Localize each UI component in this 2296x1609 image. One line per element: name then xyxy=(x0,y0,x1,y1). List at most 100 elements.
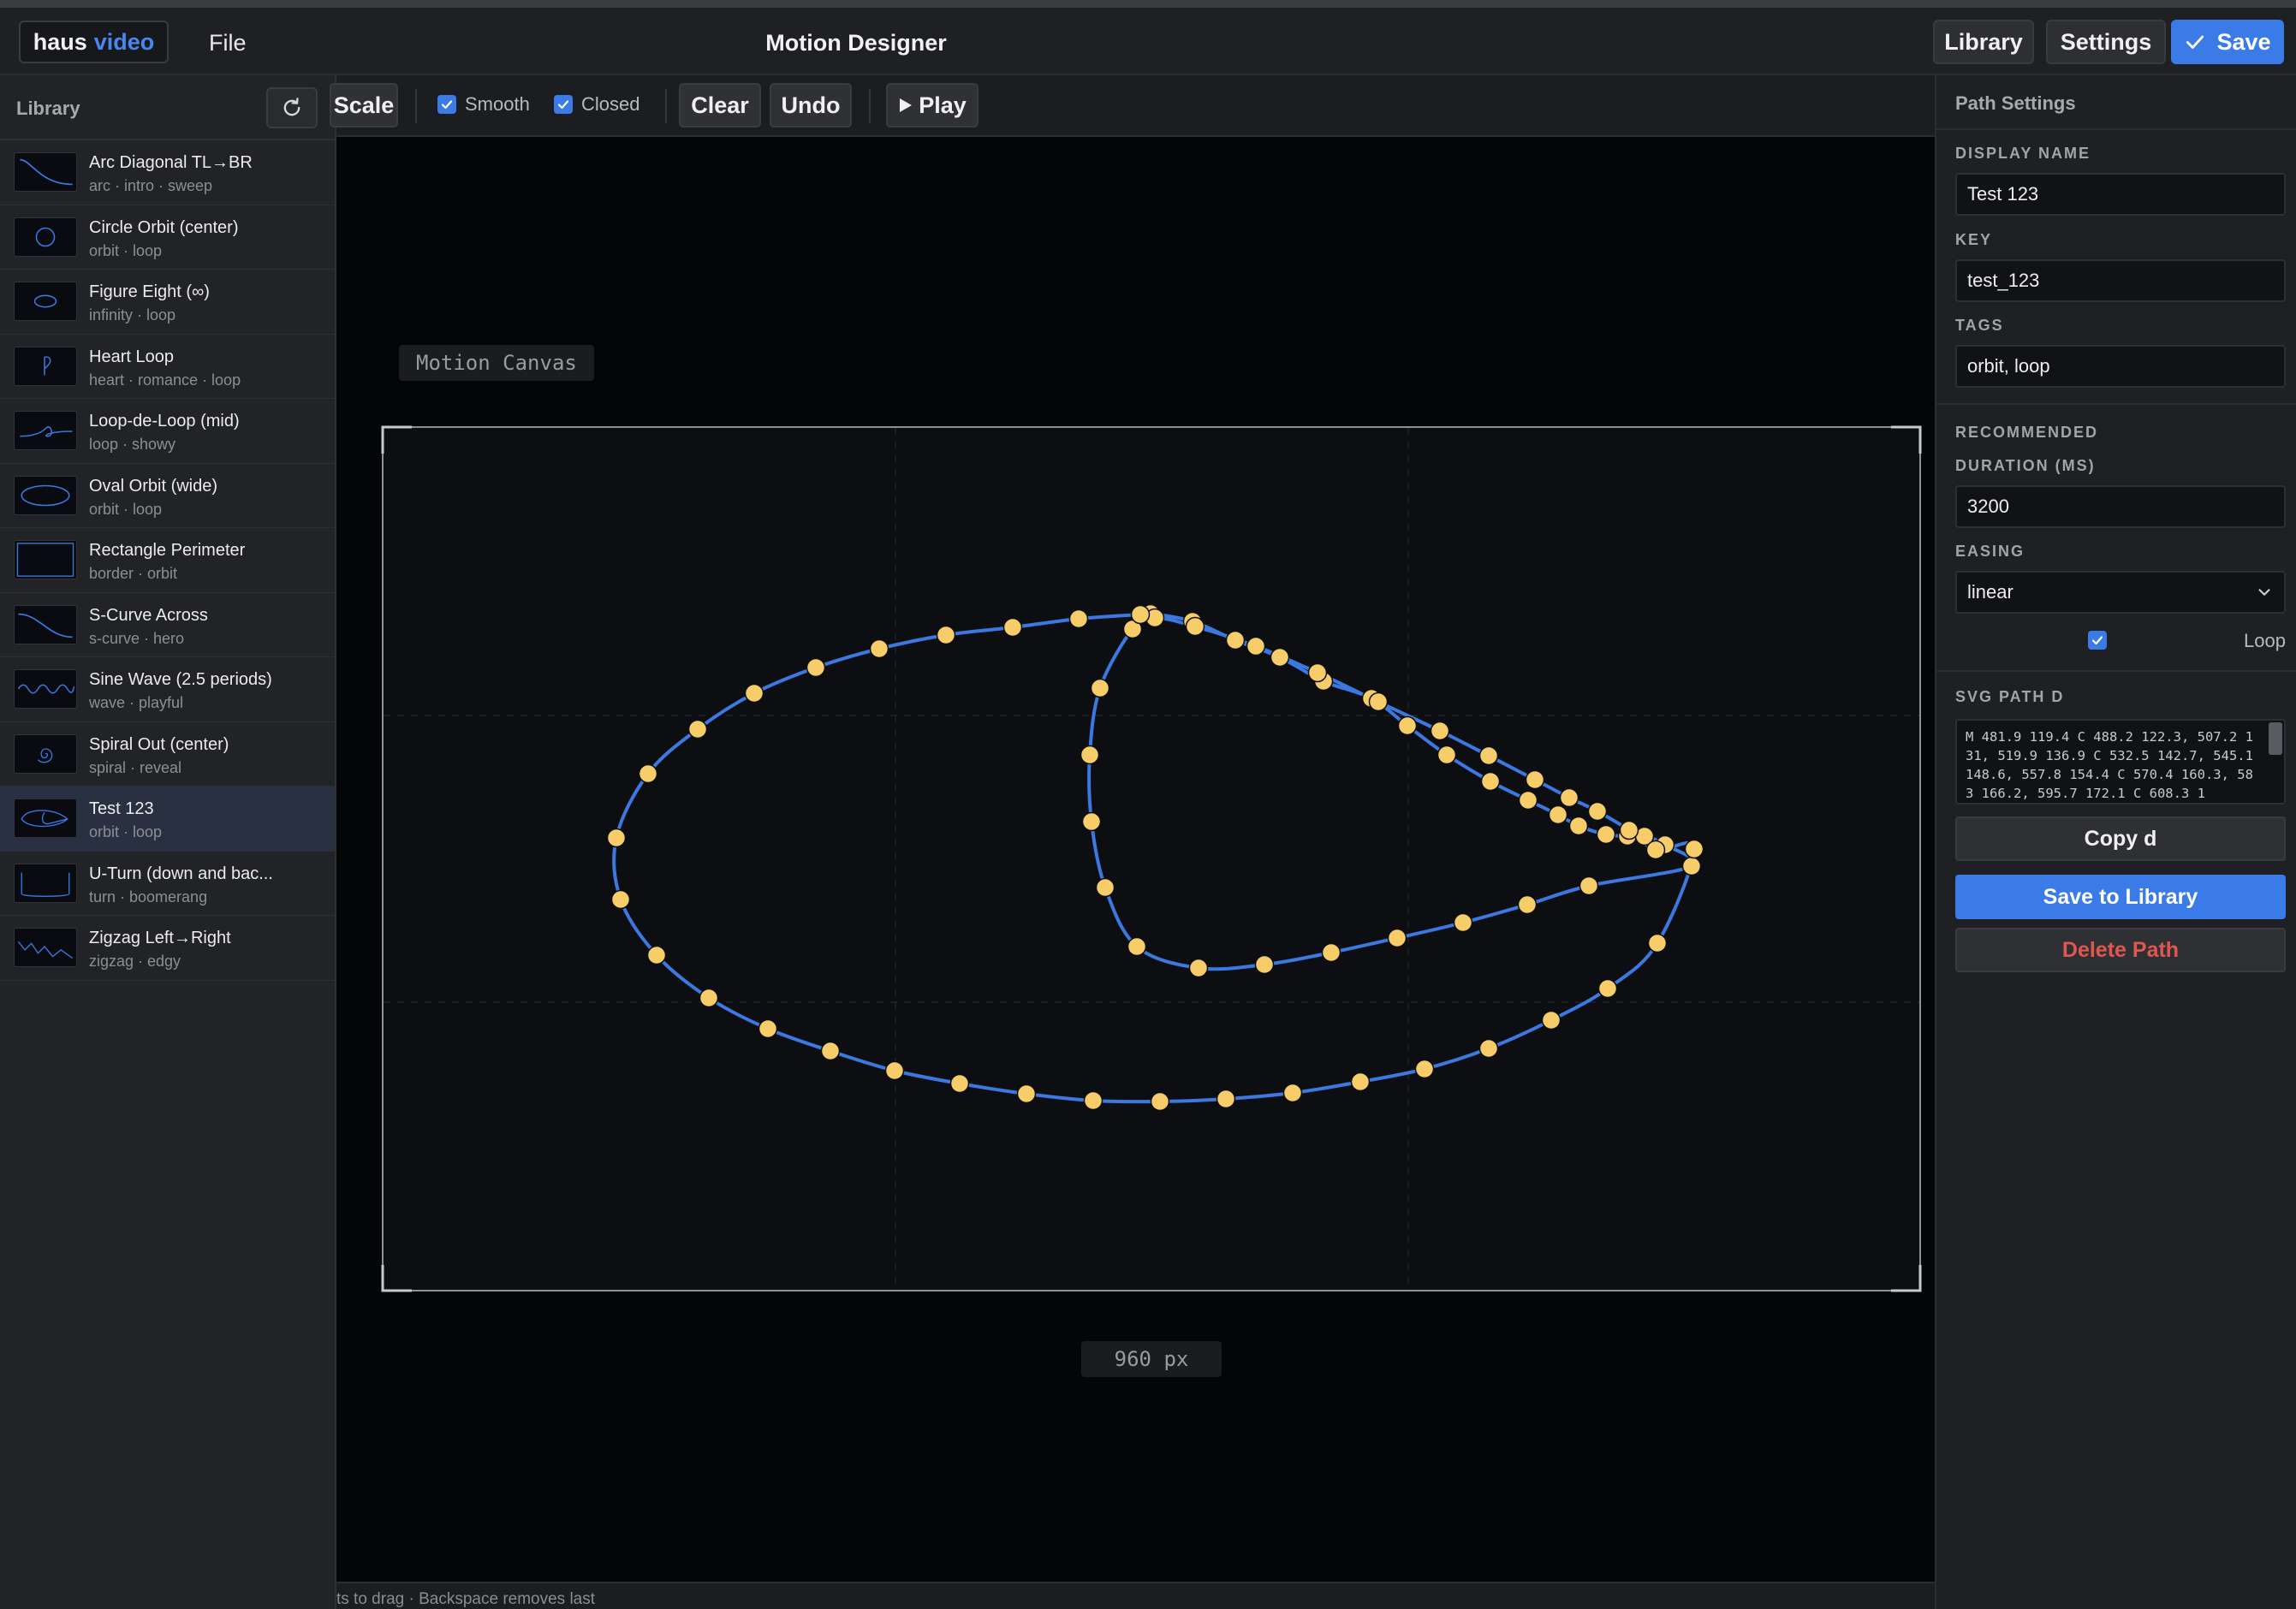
control-point-handle[interactable] xyxy=(1414,1059,1435,1079)
control-point-handle[interactable] xyxy=(1321,942,1341,963)
control-point-handle[interactable] xyxy=(1684,839,1704,859)
control-point-handle[interactable] xyxy=(1436,745,1457,765)
control-point-handle[interactable] xyxy=(1541,1010,1561,1030)
control-point-handle[interactable] xyxy=(820,1041,841,1061)
library-item[interactable]: Arc Diagonal TL→BR arc · intro · sweep xyxy=(0,140,335,205)
control-point-handle[interactable] xyxy=(1681,856,1702,876)
control-point-handle[interactable] xyxy=(744,683,764,704)
control-point-handle[interactable] xyxy=(884,1060,905,1081)
control-point-handle[interactable] xyxy=(1647,933,1668,953)
library-button[interactable]: Library xyxy=(1933,20,2034,64)
control-point-handle[interactable] xyxy=(1387,928,1407,948)
scale-button[interactable]: Scale xyxy=(330,83,398,128)
key-field[interactable]: test_123 xyxy=(1955,259,2286,302)
library-item[interactable]: Loop-de-Loop (mid) loop · showy xyxy=(0,399,335,464)
easing-select[interactable]: linear xyxy=(1955,571,2286,614)
control-point-handle[interactable] xyxy=(1645,840,1666,860)
library-item[interactable]: Oval Orbit (wide) orbit · loop xyxy=(0,464,335,528)
control-point-handle[interactable] xyxy=(1282,1083,1303,1103)
control-point-handle[interactable] xyxy=(646,945,667,965)
control-point-handle[interactable] xyxy=(1081,811,1102,832)
duration-field[interactable]: 3200 xyxy=(1955,485,2286,528)
control-point-handle[interactable] xyxy=(1002,617,1023,638)
control-point-handle[interactable] xyxy=(1254,954,1275,975)
clear-button[interactable]: Clear xyxy=(679,83,761,128)
control-point-handle[interactable] xyxy=(1525,769,1545,790)
control-point-handle[interactable] xyxy=(1453,912,1473,933)
control-point-handle[interactable] xyxy=(638,763,658,784)
control-point-handle[interactable] xyxy=(1068,609,1089,629)
control-point-handle[interactable] xyxy=(1216,1089,1236,1109)
control-point-handle[interactable] xyxy=(869,638,889,659)
control-point-handle[interactable] xyxy=(606,828,627,848)
control-point-handle[interactable] xyxy=(1307,662,1328,683)
library-item[interactable]: Figure Eight (∞) infinity · loop xyxy=(0,270,335,335)
control-point-handle[interactable] xyxy=(610,889,631,910)
library-item[interactable]: Rectangle Perimeter border · orbit xyxy=(0,528,335,593)
control-point-handle[interactable] xyxy=(1090,678,1110,698)
library-item[interactable]: Sine Wave (2.5 periods) wave · playful xyxy=(0,657,335,722)
control-point-handle[interactable] xyxy=(806,657,826,678)
control-point-handle[interactable] xyxy=(687,719,708,739)
control-point-handle[interactable] xyxy=(1130,604,1151,625)
control-point-handle[interactable] xyxy=(1518,790,1538,810)
control-point-handle[interactable] xyxy=(1587,801,1608,822)
control-point-handle[interactable] xyxy=(949,1073,970,1094)
control-point-handle[interactable] xyxy=(1478,745,1499,766)
control-point-handle[interactable] xyxy=(1095,877,1115,898)
loop-checkbox[interactable] xyxy=(2088,631,2107,650)
smooth-toggle[interactable]: Smooth xyxy=(437,93,530,116)
textarea-scrollbar[interactable] xyxy=(2269,722,2282,755)
tags-field[interactable]: orbit, loop xyxy=(1955,345,2286,388)
undo-button[interactable]: Undo xyxy=(770,83,852,128)
control-point-handle[interactable] xyxy=(1548,804,1568,825)
control-point-handle[interactable] xyxy=(758,1018,778,1039)
control-point-handle[interactable] xyxy=(1478,1038,1499,1059)
control-point-handle[interactable] xyxy=(1270,647,1290,668)
control-point-handle[interactable] xyxy=(1517,894,1538,915)
play-button[interactable]: Play xyxy=(886,83,978,128)
control-point-handle[interactable] xyxy=(1246,636,1266,656)
svg-path-textarea[interactable]: M 481.9 119.4 C 488.2 122.3, 507.2 131, … xyxy=(1955,719,2286,804)
library-item[interactable]: Heart Loop heart · romance · loop xyxy=(0,335,335,399)
refresh-button[interactable] xyxy=(266,87,318,128)
loop-toggle[interactable]: Loop xyxy=(1936,628,2296,654)
control-point-handle[interactable] xyxy=(1083,1090,1103,1111)
control-point-handle[interactable] xyxy=(1016,1084,1037,1104)
control-point-handle[interactable] xyxy=(1185,616,1205,637)
control-point-handle[interactable] xyxy=(1368,692,1389,712)
control-point-handle[interactable] xyxy=(1596,824,1616,845)
control-point-handle[interactable] xyxy=(1480,771,1501,792)
settings-button[interactable]: Settings xyxy=(2046,20,2166,64)
display-name-field[interactable]: Test 123 xyxy=(1955,173,2286,216)
save-button[interactable]: Save xyxy=(2171,20,2284,64)
library-item[interactable]: Circle Orbit (center) orbit · loop xyxy=(0,205,335,270)
control-point-handle[interactable] xyxy=(1080,745,1100,765)
control-point-handle[interactable] xyxy=(936,625,956,645)
control-point-handle[interactable] xyxy=(1127,936,1147,957)
control-point-handle[interactable] xyxy=(1559,787,1579,808)
closed-checkbox[interactable] xyxy=(554,95,573,114)
control-point-handle[interactable] xyxy=(1225,630,1246,650)
smooth-checkbox[interactable] xyxy=(437,95,456,114)
control-point-handle[interactable] xyxy=(699,988,719,1008)
library-item[interactable]: Test 123 orbit · loop xyxy=(0,787,335,852)
library-item[interactable]: U-Turn (down and bac... turn · boomerang xyxy=(0,852,335,916)
control-point-handle[interactable] xyxy=(1350,1072,1371,1092)
copy-d-button[interactable]: Copy d xyxy=(1955,816,2286,861)
control-point-handle[interactable] xyxy=(1188,958,1209,978)
control-point-handle[interactable] xyxy=(1568,816,1589,836)
top-bar: haus video File Motion Designer Library … xyxy=(0,8,2296,75)
library-item[interactable]: Spiral Out (center) spiral · reveal xyxy=(0,722,335,787)
closed-toggle[interactable]: Closed xyxy=(554,93,639,116)
control-point-handle[interactable] xyxy=(1150,1091,1170,1112)
control-point-handle[interactable] xyxy=(1397,715,1418,736)
delete-path-button[interactable]: Delete Path xyxy=(1955,928,2286,972)
control-point-handle[interactable] xyxy=(1430,721,1450,741)
library-item[interactable]: Zigzag Left→Right zigzag · edgy xyxy=(0,916,335,981)
control-point-handle[interactable] xyxy=(1579,876,1599,896)
save-to-library-button[interactable]: Save to Library xyxy=(1955,875,2286,919)
library-item[interactable]: S-Curve Across s-curve · hero xyxy=(0,593,335,657)
control-point-handle[interactable] xyxy=(1597,978,1618,999)
control-point-handle[interactable] xyxy=(1619,820,1639,840)
